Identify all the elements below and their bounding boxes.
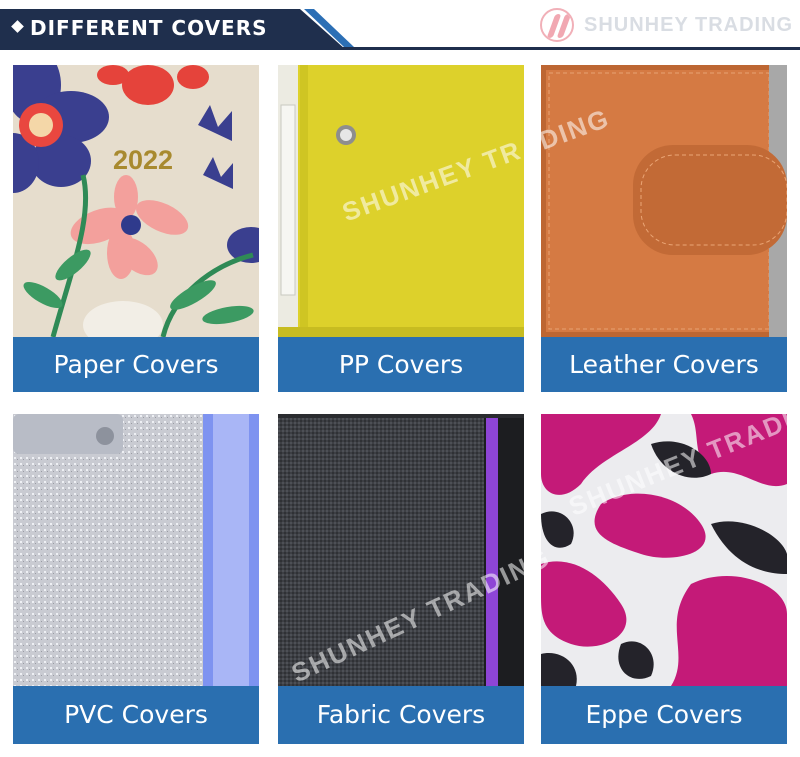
pp-cover-image (278, 65, 524, 337)
year-text: 2022 (113, 145, 173, 175)
pvc-cover-image (13, 414, 259, 686)
eppe-covers-card: Eppe Covers (541, 414, 787, 744)
eppe-cover-image (541, 414, 787, 686)
paper-cover-image: 2022 (13, 65, 259, 337)
paper-covers-card: 2022 Paper Covers (13, 65, 259, 392)
header-underline (0, 47, 800, 50)
leather-covers-card: Leather Covers (541, 65, 787, 392)
pp-covers-card: PP Covers (278, 65, 524, 392)
leather-cover-image (541, 65, 787, 337)
fabric-covers-card: Fabric Covers (278, 414, 524, 744)
brand-logo: SHUNHEY TRADING (540, 8, 800, 44)
logo-text: SHUNHEY TRADING (584, 14, 794, 36)
card-label: PP Covers (278, 337, 524, 392)
fabric-cover-image (278, 414, 524, 686)
card-label: Leather Covers (541, 337, 787, 392)
card-label: Fabric Covers (278, 686, 524, 744)
card-label: PVC Covers (13, 686, 259, 744)
card-label: Paper Covers (13, 337, 259, 392)
card-label: Eppe Covers (541, 686, 787, 744)
logo-icon (540, 8, 574, 42)
page-title: DIFFERENT COVERS (30, 16, 268, 40)
pvc-covers-card: PVC Covers (13, 414, 259, 744)
